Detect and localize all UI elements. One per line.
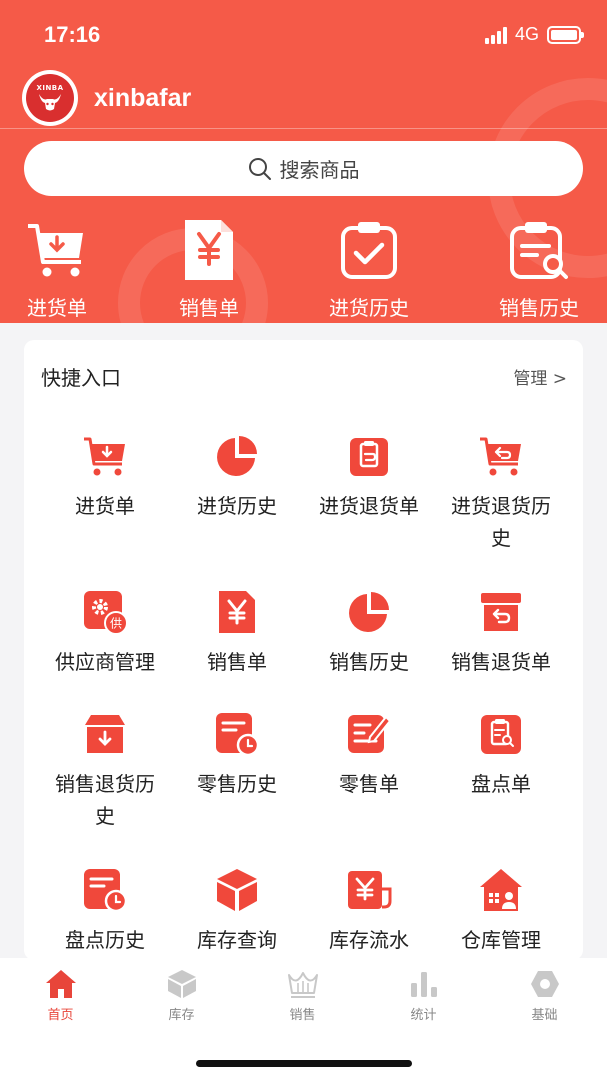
document-edit-icon	[348, 715, 392, 753]
box-download-icon	[85, 715, 125, 753]
box-return-icon	[481, 593, 521, 631]
document-clock-icon	[84, 869, 128, 913]
quick-item-label: 零售单	[339, 772, 399, 796]
cart-download-icon	[84, 437, 125, 476]
tab-statistics[interactable]: 统计	[363, 968, 484, 1023]
svg-text:供: 供	[110, 617, 122, 631]
pie-chart-icon	[349, 592, 389, 632]
status-bar: 17:16 4G	[0, 0, 607, 72]
top-action-label: 销售单	[179, 296, 239, 320]
warehouse-icon	[480, 869, 522, 911]
avatar-logo-text: XINBA	[36, 84, 64, 92]
document-search-icon	[510, 222, 568, 279]
quick-item-label: 仓库管理	[461, 928, 541, 952]
quick-item-label: 盘点单	[471, 772, 531, 796]
bull-logo-icon	[39, 94, 61, 111]
quick-item-label: 盘点历史	[65, 928, 145, 952]
tab-label: 首页	[47, 1008, 74, 1023]
top-action-purchase-history[interactable]: 进货历史	[304, 218, 434, 323]
document-clock-icon	[216, 713, 260, 757]
pie-chart-icon	[217, 436, 257, 476]
quick-item-label: 库存流水	[329, 928, 409, 952]
tab-label: 统计	[410, 1008, 437, 1023]
quick-item-label: 进货单	[75, 494, 135, 518]
tab-home[interactable]: 首页	[0, 968, 121, 1023]
header-divider	[0, 128, 607, 129]
quick-item-label: 进货退货历史	[451, 494, 551, 550]
clipboard-search-icon	[481, 715, 521, 754]
quick-item-label: 进货历史	[197, 494, 277, 518]
quick-item-stocktake-history[interactable]: 盘点历史	[39, 866, 171, 956]
crown-icon	[287, 972, 318, 998]
status-time: 17:16	[44, 22, 101, 47]
quick-item-label: 销售单	[207, 650, 267, 674]
quick-item-label: 销售退货历史	[55, 772, 155, 828]
quick-item-supplier-management[interactable]: 供 供应商管理	[39, 588, 171, 678]
quick-item-label: 销售退货单	[451, 650, 551, 674]
profile[interactable]: XINBA xinbafar	[22, 70, 191, 126]
quick-item-purchase-history[interactable]: 进货历史	[171, 432, 303, 522]
yen-document-icon	[185, 220, 233, 280]
supplier-gear-icon: 供	[84, 591, 128, 635]
tab-basics[interactable]: 基础	[484, 968, 605, 1023]
top-action-label: 销售历史	[499, 296, 579, 320]
quick-item-sales-return-history[interactable]: 销售退货历史	[39, 710, 171, 832]
tab-sales[interactable]: 销售	[242, 968, 363, 1023]
top-action-sales-history[interactable]: 销售历史	[474, 218, 604, 323]
quick-item-label: 供应商管理	[55, 650, 155, 674]
quick-item-label: 销售历史	[329, 650, 409, 674]
quick-item-sales-history[interactable]: 销售历史	[303, 588, 435, 678]
cube-icon	[167, 970, 196, 998]
top-action-label: 进货历史	[329, 296, 409, 320]
yen-document-icon	[219, 591, 255, 633]
quick-item-stocktake-order[interactable]: 盘点单	[435, 710, 567, 800]
top-action-sales-order[interactable]: 销售单	[144, 218, 274, 323]
search-bar[interactable]: 搜索商品	[24, 141, 583, 196]
manage-link[interactable]: 管理 >	[513, 364, 567, 389]
quick-item-inventory-flow[interactable]: 库存流水	[303, 866, 435, 956]
home-icon	[45, 970, 76, 998]
username: xinbafar	[94, 83, 192, 112]
quick-item-purchase-return-order[interactable]: 进货退货单	[303, 432, 435, 522]
quick-item-warehouse-management[interactable]: 仓库管理	[435, 866, 567, 956]
quick-item-purchase-order[interactable]: 进货单	[39, 432, 171, 522]
network-type: 4G	[514, 24, 539, 44]
home-indicator	[196, 1060, 412, 1067]
yen-cup-icon	[348, 871, 392, 909]
tab-label: 销售	[289, 1008, 316, 1023]
status-indicators: 4G	[484, 24, 584, 45]
cube-icon	[217, 869, 257, 911]
clipboard-check-icon	[341, 222, 397, 279]
search-icon	[248, 157, 271, 180]
quick-item-retail-order[interactable]: 零售单	[303, 710, 435, 800]
quick-entry-title: 快捷入口	[41, 366, 121, 390]
tab-label: 基础	[531, 1008, 558, 1023]
quick-item-label: 进货退货单	[319, 494, 419, 518]
cart-download-icon	[28, 224, 83, 277]
bar-chart-icon	[410, 972, 437, 997]
cart-return-icon	[480, 437, 521, 476]
top-actions: 进货单 销售单 进货历史 销售历史	[0, 218, 607, 323]
battery-icon	[547, 25, 584, 44]
top-action-label: 进货单	[27, 296, 87, 320]
clipboard-return-icon	[350, 438, 388, 476]
quick-item-sales-return-order[interactable]: 销售退货单	[435, 588, 567, 678]
signal-icon	[484, 26, 509, 44]
top-action-purchase-order[interactable]: 进货单	[0, 218, 122, 323]
avatar[interactable]: XINBA	[22, 70, 78, 126]
tab-label: 库存	[168, 1008, 195, 1023]
hexagon-icon	[530, 971, 559, 997]
quick-item-label: 库存查询	[197, 928, 277, 952]
quick-item-inventory-query[interactable]: 库存查询	[171, 866, 303, 956]
quick-item-label: 零售历史	[197, 772, 277, 796]
quick-item-retail-history[interactable]: 零售历史	[171, 710, 303, 800]
quick-entry-card: 快捷入口 管理 > 进货单 进货历史 进货退货单 进货退货历史 供 供应商管理 …	[24, 340, 583, 960]
quick-item-purchase-return-history[interactable]: 进货退货历史	[435, 432, 567, 554]
search-placeholder: 搜索商品	[279, 158, 360, 182]
header: 17:16 4G XINBA xinbafar 搜索商品 进货单 销售单 进货历…	[0, 0, 607, 323]
quick-item-sales-order[interactable]: 销售单	[171, 588, 303, 678]
tab-inventory[interactable]: 库存	[121, 968, 242, 1023]
